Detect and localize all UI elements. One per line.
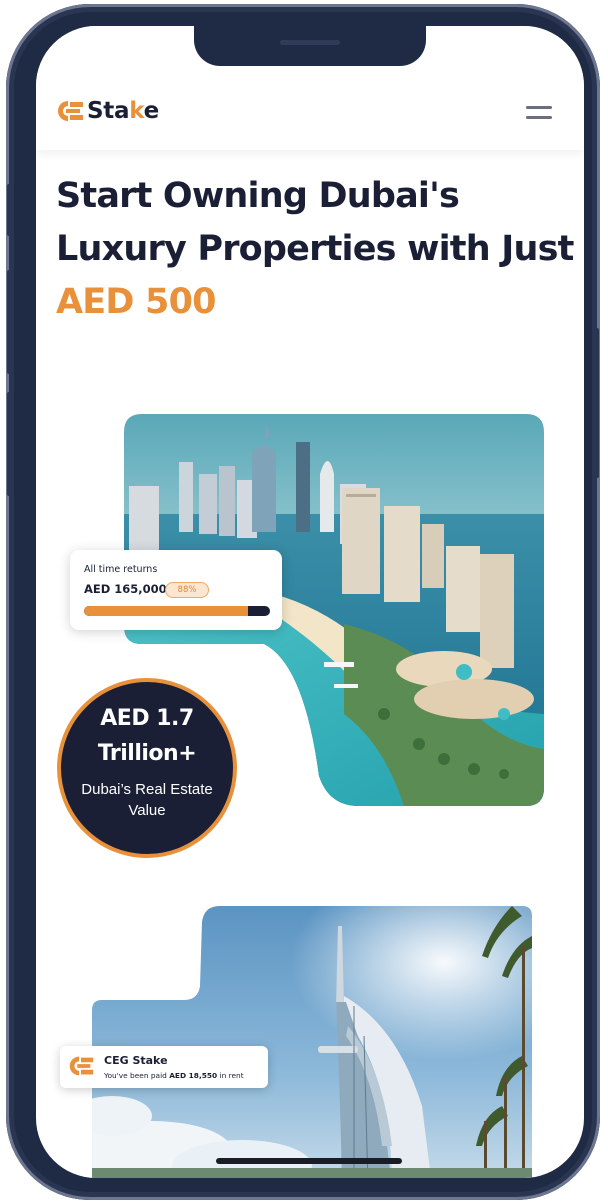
- phone-mute-switch: [7, 184, 13, 236]
- returns-amount: AED 165,000: [84, 582, 167, 596]
- returns-progress-fill: [84, 606, 248, 616]
- phone-notch: [194, 26, 426, 66]
- hamburger-menu-icon[interactable]: [526, 104, 554, 122]
- ceg-logo-mark-icon: [58, 101, 83, 121]
- ceg-logo-mark-icon: [69, 1056, 94, 1076]
- returns-percent-badge: 88%: [165, 582, 209, 598]
- value-unit: Trillion+: [97, 741, 197, 766]
- hero-title-line-2: Luxury Properties with Just: [56, 229, 574, 269]
- logo-text-accent: k: [129, 98, 144, 124]
- rent-amount: AED 18,550: [169, 1071, 218, 1080]
- stake-logo[interactable]: Stake: [54, 98, 159, 124]
- rent-notification-card: CEG Stake You've been paid AED 18,550 in…: [60, 1046, 268, 1088]
- rent-message-suffix: in rent: [219, 1071, 244, 1080]
- rent-card-message: You've been paid AED 18,550 in rent: [104, 1071, 244, 1080]
- value-amount: AED 1.7: [100, 706, 194, 731]
- rent-message-prefix: You've been paid: [104, 1071, 167, 1080]
- returns-label: All time returns: [84, 564, 158, 575]
- real-estate-value-badge: AED 1.7 Trillion+ Dubai’s Real Estate Va…: [57, 678, 237, 858]
- phone-power-button: [593, 328, 599, 478]
- returns-card: All time returns AED 165,000 88%: [70, 550, 282, 630]
- logo-text-main: Sta: [87, 98, 130, 124]
- value-caption-line-2: Value: [128, 802, 166, 819]
- returns-progress-bar: [84, 606, 270, 616]
- rent-card-title: CEG Stake: [104, 1054, 168, 1067]
- hero-title: Start Owning Dubai's Luxury Properties w…: [56, 170, 576, 329]
- logo-text: Stake: [87, 98, 159, 124]
- phone-frame: Stake Start Owning Dubai's Luxury Proper…: [6, 4, 600, 1200]
- hero-title-line-1: Start Owning Dubai's: [56, 176, 460, 216]
- value-caption-line-1: Dubai’s Real Estate: [81, 781, 213, 798]
- phone-volume-down-button: [7, 392, 13, 496]
- hero-title-price: AED 500: [56, 282, 217, 322]
- burj-al-arab-image: [92, 906, 532, 1178]
- phone-volume-up-button: [7, 270, 13, 374]
- logo-text-end: e: [143, 98, 160, 124]
- phone-screen: Stake Start Owning Dubai's Luxury Proper…: [36, 26, 584, 1178]
- home-indicator[interactable]: [216, 1158, 402, 1164]
- speaker-grille: [280, 40, 340, 45]
